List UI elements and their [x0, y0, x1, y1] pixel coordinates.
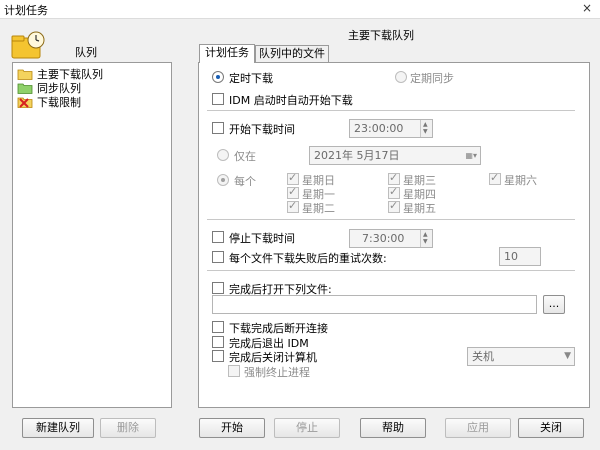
once-date-value: 2021年 5月17日 [314, 149, 400, 162]
retry-label: 每个文件下载失败后的重试次数: [229, 252, 387, 265]
stop-time-value: 7:30:00 [362, 232, 405, 245]
open-file-checkbox[interactable] [212, 282, 224, 294]
queue-list-header: 队列 [75, 46, 97, 59]
start-time-input[interactable]: 23:00:00 ▲ ▼ [349, 119, 433, 138]
every-label: 每个 [234, 175, 256, 188]
folder-red-x-icon [17, 97, 33, 108]
folder-green-icon [17, 83, 33, 94]
force-kill-checkbox[interactable] [228, 365, 240, 377]
day-tuesday-label: 星期二 [302, 202, 335, 215]
stop-time-checkbox[interactable] [212, 231, 224, 243]
stop-button[interactable]: 停止 [274, 418, 340, 438]
day-friday-label: 星期五 [403, 202, 436, 215]
divider [207, 219, 575, 220]
stop-time-label: 停止下载时间 [229, 232, 295, 245]
delete-queue-button[interactable]: 删除 [100, 418, 156, 438]
day-wednesday-checkbox[interactable] [388, 171, 400, 185]
tab-files-in-queue[interactable]: 队列中的文件 [255, 45, 329, 63]
once-date-picker[interactable]: 2021年 5月17日 ▦▾ [309, 146, 481, 165]
once-label: 仅在 [234, 150, 256, 163]
close-icon[interactable]: × [578, 0, 596, 17]
queue-item-main[interactable]: 主要下载队列 [17, 67, 103, 81]
retry-checkbox[interactable] [212, 251, 224, 263]
queue-title: 主要下载队列 [348, 29, 414, 42]
queue-item-limit[interactable]: 下载限制 [17, 95, 81, 109]
queue-item-label: 下载限制 [37, 96, 81, 109]
chevron-down-icon: ▼ [564, 351, 571, 361]
divider [207, 110, 575, 111]
start-button[interactable]: 开始 [199, 418, 265, 438]
day-friday-checkbox[interactable] [388, 199, 400, 213]
shutdown-mode-value: 关机 [472, 350, 494, 363]
periodic-sync-label: 定期同步 [410, 72, 454, 85]
exit-idm-checkbox[interactable] [212, 336, 224, 348]
disconnect-label: 下载完成后断开连接 [229, 322, 328, 335]
day-tuesday-checkbox[interactable] [287, 199, 299, 213]
schedule-panel: 定时下载 定期同步 IDM 启动时自动开始下载 开始下载时间 23:00:00 … [198, 62, 590, 408]
day-saturday-label: 星期六 [504, 174, 537, 187]
idm-startup-label: IDM 启动时自动开始下载 [229, 94, 353, 107]
open-file-path-input[interactable] [212, 295, 537, 314]
start-time-checkbox[interactable] [212, 122, 224, 134]
shutdown-checkbox[interactable] [212, 350, 224, 362]
start-time-label: 开始下载时间 [229, 123, 295, 136]
day-saturday-checkbox[interactable] [489, 171, 501, 185]
stop-time-spinner[interactable]: ▲ ▼ [420, 230, 432, 247]
retry-count-input[interactable]: 10 [499, 247, 541, 266]
timed-download-label: 定时下载 [229, 72, 273, 85]
force-kill-label: 强制终止进程 [244, 366, 310, 379]
queue-clock-icon [11, 31, 45, 59]
timed-download-radio[interactable] [212, 71, 224, 83]
schedule-window: 计划任务 × 队列 主要下载队列 同步队列 下载限制 新建队列 删除 主要下载队… [0, 0, 600, 450]
start-time-spinner[interactable]: ▲ ▼ [420, 120, 432, 137]
day-thursday-checkbox[interactable] [388, 185, 400, 199]
title-bar: 计划任务 × [0, 0, 600, 19]
apply-button[interactable]: 应用 [445, 418, 511, 438]
browse-button[interactable]: ... [543, 295, 565, 314]
every-radio[interactable] [217, 174, 229, 186]
divider [207, 270, 575, 271]
new-queue-button[interactable]: 新建队列 [22, 418, 94, 438]
stop-time-input[interactable]: 7:30:00 ▲ ▼ [349, 229, 433, 248]
shutdown-mode-select[interactable]: 关机 ▼ [467, 347, 575, 366]
periodic-sync-radio[interactable] [395, 71, 407, 83]
day-monday-checkbox[interactable] [287, 185, 299, 199]
idm-startup-checkbox[interactable] [212, 93, 224, 105]
close-button[interactable]: 关闭 [518, 418, 584, 438]
queue-item-sync[interactable]: 同步队列 [17, 81, 81, 95]
start-time-value: 23:00:00 [354, 122, 404, 135]
day-sunday-checkbox[interactable] [287, 171, 299, 185]
tab-schedule[interactable]: 计划任务 [199, 44, 255, 63]
retry-count-value: 10 [504, 250, 518, 263]
disconnect-checkbox[interactable] [212, 321, 224, 333]
once-radio[interactable] [217, 149, 229, 161]
queue-list[interactable]: 主要下载队列 同步队列 下载限制 [12, 62, 172, 408]
window-title: 计划任务 [4, 4, 48, 17]
shutdown-label: 完成后关闭计算机 [229, 351, 317, 364]
folder-yellow-icon [17, 69, 33, 80]
help-button[interactable]: 帮助 [360, 418, 426, 438]
calendar-dropdown-icon[interactable]: ▦▾ [465, 147, 477, 164]
